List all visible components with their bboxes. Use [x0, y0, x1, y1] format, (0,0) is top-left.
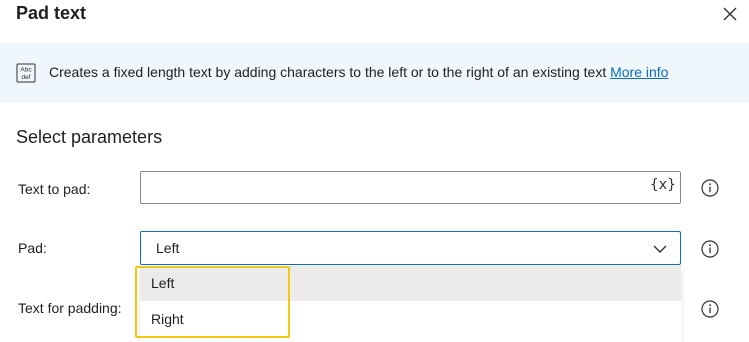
info-icon[interactable] — [701, 240, 719, 258]
close-button[interactable] — [719, 3, 741, 25]
close-icon — [723, 7, 737, 21]
insert-variable-button[interactable]: {x} — [650, 177, 676, 193]
banner-description: Creates a fixed length text by adding ch… — [49, 64, 607, 80]
text-for-padding-label: Text for padding: — [18, 300, 122, 316]
more-info-link[interactable]: More info — [610, 64, 668, 80]
banner-icon-bottom-text: def — [21, 74, 30, 81]
dialog-title: Pad text — [16, 3, 87, 23]
option-label: Right — [151, 311, 184, 327]
info-banner: Abc def Creates a fixed length text by a… — [0, 43, 749, 103]
info-icon[interactable] — [701, 179, 719, 197]
pad-dropdown[interactable]: Left — [140, 231, 681, 265]
text-to-pad-label: Text to pad: — [18, 181, 91, 197]
option-label: Left — [151, 275, 175, 291]
pad-selected-value: Left — [156, 240, 180, 256]
pad-option-right[interactable]: Right — [140, 302, 681, 337]
banner-icon-top-text: Abc — [20, 67, 32, 74]
info-icon[interactable] — [701, 300, 719, 318]
section-title: Select parameters — [16, 127, 163, 147]
text-to-pad-input[interactable]: {x} — [140, 171, 681, 204]
pad-option-left[interactable]: Left — [140, 266, 681, 301]
banner-text-line: Creates a fixed length text by adding ch… — [49, 64, 668, 80]
pad-label: Pad: — [18, 240, 47, 256]
dialog-header: Pad text — [0, 0, 749, 38]
chevron-down-icon — [653, 245, 667, 253]
text-abc-def-icon: Abc def — [16, 63, 36, 83]
pad-options-list: Left Right — [140, 266, 681, 342]
